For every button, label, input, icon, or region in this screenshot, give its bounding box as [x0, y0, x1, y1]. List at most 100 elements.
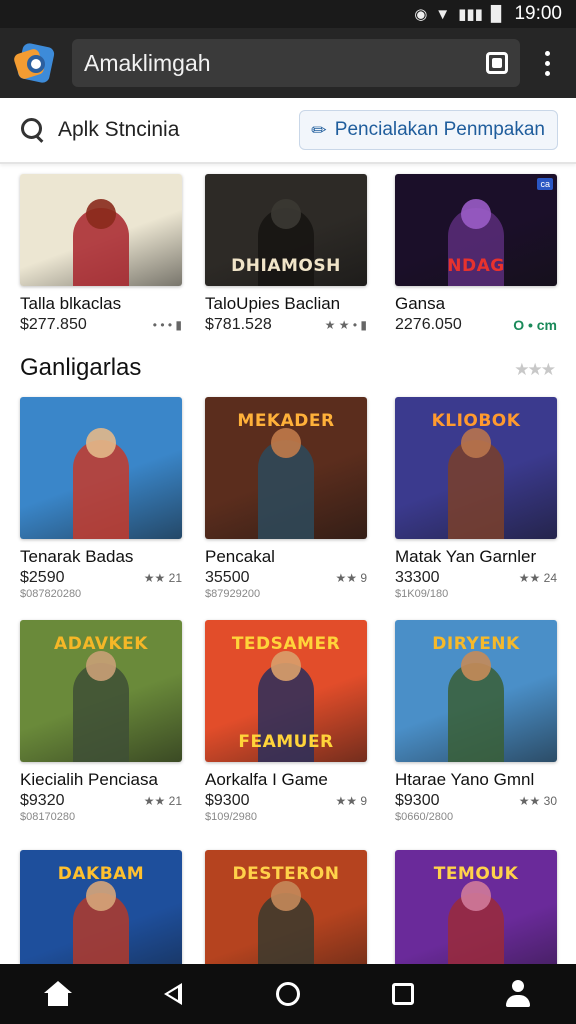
search-filter-button[interactable]: ✎ Pencialakan Penmpakan [298, 110, 558, 150]
recents-icon [392, 983, 415, 1005]
game-thumbnail[interactable]: DESTERON [205, 850, 367, 964]
more-vert-icon[interactable] [532, 43, 562, 83]
game-price: $2590 [20, 569, 65, 586]
wifi-icon: ▼ [435, 5, 451, 23]
app-bar: Amaklimgah [0, 28, 576, 98]
nav-circle-button[interactable] [258, 964, 318, 1024]
game-card[interactable]: KLIOBOK Matak Yan Garnler 33300 ★★ 24 $1K09/… [395, 397, 557, 600]
app-logo-icon[interactable] [12, 41, 58, 85]
pin-icon: ✎ [306, 117, 332, 143]
game-thumbnail[interactable]: KLIOBOK [395, 397, 557, 539]
character-head [461, 651, 491, 682]
content-scroll[interactable]: Talla blkaclas $277.850 • • • ▮ DHIAMOSH Tal… [0, 164, 576, 964]
home-icon [43, 981, 73, 1007]
game-card[interactable]: ADAVKEK Kiecialih Penciasa $9320 ★★ 21 $0817… [20, 620, 182, 823]
game-card[interactable]: DIRYENK Htarae Yano Gmnl $9300 ★★ 30 $0660/2… [395, 620, 557, 823]
game-card[interactable]: DAKBAM [20, 850, 182, 964]
nav-profile-button[interactable] [488, 964, 548, 1024]
character-head [86, 198, 116, 229]
game-card[interactable]: NDAG ca Gansa 2276.050 O • cm [395, 174, 557, 334]
price-row: $781.528 ★ ★ • ▮ [205, 316, 367, 334]
game-rating: ★★ 30 [518, 794, 557, 808]
game-price: 2276.050 [395, 316, 462, 333]
game-thumbnail[interactable]: DAKBAM [20, 850, 182, 964]
game-rating: ★★ 21 [143, 794, 182, 808]
game-thumbnail[interactable] [20, 174, 182, 286]
game-thumbnail[interactable]: TEMOUK [395, 850, 557, 964]
game-price: $9320 [20, 792, 65, 809]
game-rating: ★★ 9 [335, 571, 367, 585]
price-row: $9320 ★★ 21 [20, 792, 182, 810]
game-title: Htarae Yano Gmnl [395, 770, 535, 789]
thumbnail-banner: TEMOUK [433, 864, 519, 884]
character-head [86, 428, 116, 459]
character-head [461, 881, 491, 912]
character-head [461, 428, 491, 459]
game-thumbnail[interactable]: DHIAMOSH [205, 174, 367, 286]
clock: 19:00 [514, 3, 562, 24]
game-thumbnail[interactable]: NDAG ca [395, 174, 557, 286]
nav-bar [0, 964, 576, 1024]
price-row: $9300 ★★ 30 [395, 792, 557, 810]
thumbnail-banner: DESTERON [232, 864, 340, 884]
price-row: $277.850 • • • ▮ [20, 316, 182, 334]
home-circle-icon [275, 982, 300, 1006]
character-head [271, 881, 301, 912]
nav-home-button[interactable] [28, 964, 88, 1024]
game-price: $781.528 [205, 316, 272, 333]
game-thumbnail[interactable]: MEKADER [205, 397, 367, 539]
app-search-text: Amaklimgah [84, 49, 211, 76]
thumbnail-banner: KLIOBOK [431, 411, 521, 431]
eye-icon: ◉ [414, 6, 428, 23]
thumbnail-banner: DIRYENK [432, 634, 520, 654]
game-subtext: $1K09/180 [395, 588, 449, 600]
game-card[interactable]: TEDSAMER FEAMUER Aorkalfa I Game $9300 ★★ 9 $… [205, 620, 367, 823]
game-subtext: $08170280 [20, 811, 76, 823]
character-head [461, 198, 491, 229]
character-head [271, 651, 301, 682]
game-rating: ★★ 9 [335, 794, 367, 808]
game-subtext: $0660/2800 [395, 811, 454, 823]
search-label[interactable]: Aplk Stncinia [58, 118, 299, 142]
thumbnail-banner: TEDSAMER [231, 634, 341, 654]
game-thumbnail[interactable]: ADAVKEK [20, 620, 182, 762]
game-price: $9300 [205, 792, 250, 809]
game-subtext: $87929200 [205, 588, 261, 600]
thumbnail-banner: MEKADER [237, 411, 335, 431]
game-thumbnail[interactable]: DIRYENK [395, 620, 557, 762]
price-row: 33300 ★★ 24 [395, 569, 557, 587]
thumbnail-banner-secondary: FEAMUER [238, 732, 334, 752]
thumbnail-banner: ADAVKEK [54, 634, 148, 654]
scan-icon[interactable] [486, 52, 508, 74]
nav-recents-button[interactable] [373, 964, 433, 1024]
game-card[interactable]: TEMOUK [395, 850, 557, 964]
game-card[interactable]: MEKADER Pencakal 35500 ★★ 9 $87929200 [205, 397, 367, 600]
nav-back-button[interactable] [143, 964, 203, 1024]
game-card[interactable]: Tenarak Badas $2590 ★★ 21 $087820280 [20, 397, 182, 600]
app-search-field[interactable]: Amaklimgah [72, 39, 520, 87]
game-rating: • • • ▮ [152, 318, 182, 332]
game-title: Gansa [395, 294, 446, 313]
character-head [86, 651, 116, 682]
game-thumbnail[interactable] [20, 397, 182, 539]
game-title: Tenarak Badas [20, 547, 134, 566]
search-row: Aplk Stncinia ✎ Pencialakan Penmpakan [0, 98, 576, 164]
game-thumbnail[interactable]: TEDSAMER FEAMUER [205, 620, 367, 762]
game-card[interactable]: DESTERON [205, 850, 367, 964]
battery-icon: ▉ [490, 6, 503, 23]
price-row: $2590 ★★ 21 [20, 569, 182, 587]
game-rating: ★★ 24 [518, 571, 557, 585]
profile-icon [504, 980, 532, 1008]
game-card[interactable]: DHIAMOSH TaloUpies Baclian $781.528 ★ ★ • ▮ [205, 174, 367, 334]
game-rating: ★ ★ • ▮ [324, 318, 367, 332]
signal-icon: ▮▮▮ [458, 6, 483, 23]
character-head [271, 198, 301, 229]
search-icon[interactable] [20, 117, 46, 143]
game-price: 35500 [205, 569, 250, 586]
game-subtext: $087820280 [20, 588, 82, 600]
game-price: $9300 [395, 792, 440, 809]
game-rating: ★★ 21 [143, 571, 182, 585]
section-rating-stars: ★★★ [514, 360, 556, 379]
back-icon [163, 983, 182, 1005]
game-card[interactable]: Talla blkaclas $277.850 • • • ▮ [20, 174, 182, 334]
